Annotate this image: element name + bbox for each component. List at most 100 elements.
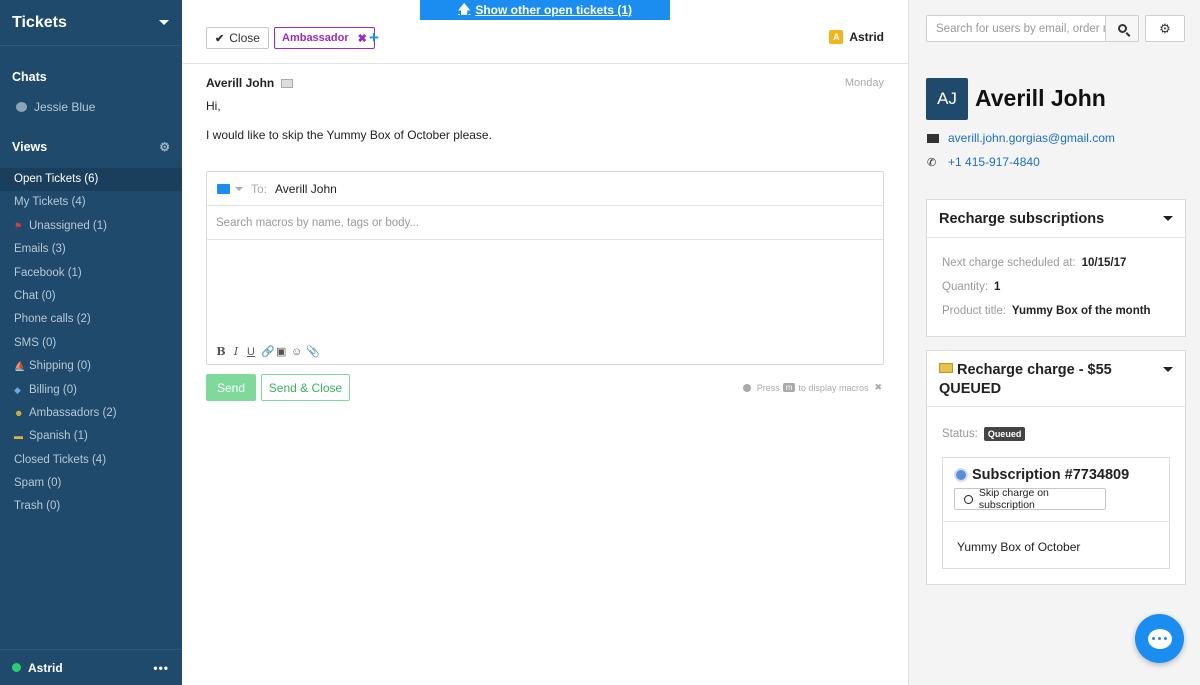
hint-rest: to display macros xyxy=(798,382,869,393)
view-item-label: Facebook (1) xyxy=(14,266,82,279)
chat-user-name: Jessie Blue xyxy=(34,100,96,114)
show-other-tickets-banner[interactable]: 🡅 Show other open tickets (1) xyxy=(420,0,670,20)
emoji-icon[interactable]: ☺ xyxy=(291,346,302,358)
email-channel-icon[interactable] xyxy=(217,183,230,194)
close-hint-icon[interactable]: ✖ xyxy=(874,382,882,393)
message-line: I would like to skip the Yummy Box of Oc… xyxy=(206,128,492,142)
view-item[interactable]: Closed Tickets (4) xyxy=(0,449,182,472)
customer-email[interactable]: averill.john.gorgias@gmail.com xyxy=(948,131,1115,145)
search-icon xyxy=(1117,24,1127,33)
customer-phone[interactable]: +1 415-917-4840 xyxy=(948,155,1040,169)
view-item[interactable]: Facebook (1) xyxy=(0,262,182,285)
view-item[interactable]: Trash (0) xyxy=(0,495,182,518)
sidebar-title: Tickets xyxy=(12,13,67,31)
macro-search-input[interactable]: Search macros by name, tags or body... xyxy=(207,206,883,240)
charge-title: Recharge charge - $55 QUEUED xyxy=(939,361,1112,399)
sidebar-header[interactable]: Tickets xyxy=(0,0,182,46)
search-button[interactable] xyxy=(1105,15,1139,42)
views-section-title: Views ⚙ xyxy=(0,139,182,155)
view-item[interactable]: Phone calls (2) xyxy=(0,308,182,331)
view-item[interactable]: SMS (0) xyxy=(0,332,182,355)
view-item-label: SMS (0) xyxy=(14,336,57,349)
view-item-label: My Tickets (4) xyxy=(14,196,86,209)
remove-tag-icon[interactable]: ✖ xyxy=(358,32,367,45)
views-label: Views xyxy=(12,140,48,154)
recipient-name[interactable]: Averill John xyxy=(275,182,337,196)
more-icon[interactable]: ••• xyxy=(153,661,169,675)
view-item[interactable]: ▬ Spanish (1) xyxy=(0,425,182,448)
message-header: Averill John Monday xyxy=(206,76,884,90)
send-and-close-button[interactable]: Send & Close xyxy=(261,374,350,401)
customer-email-row: averill.john.gorgias@gmail.com xyxy=(927,131,1115,145)
to-label: To: xyxy=(251,181,268,196)
send-button[interactable]: Send xyxy=(206,374,256,401)
chat-widget-button[interactable] xyxy=(1135,614,1184,663)
view-item-label: Unassigned (1) xyxy=(29,219,107,232)
chat-bubble-icon xyxy=(16,102,27,112)
view-item[interactable]: Emails (3) xyxy=(0,238,182,261)
italic-icon[interactable]: I xyxy=(231,345,241,358)
view-item-label: Spam (0) xyxy=(14,477,62,490)
view-item[interactable]: ⚑ Unassigned (1) xyxy=(0,215,182,238)
charge-title-line1: Recharge charge - $55 xyxy=(957,362,1112,378)
skip-charge-button[interactable]: Skip charge on subscription xyxy=(954,487,1106,511)
view-item[interactable]: Spam (0) xyxy=(0,472,182,495)
chevron-down-icon[interactable] xyxy=(235,186,243,191)
close-ticket-button[interactable]: ✔ Close xyxy=(206,27,269,49)
hint-press: Press xyxy=(756,382,780,393)
view-item-label: Billing (0) xyxy=(29,383,77,396)
gear-icon[interactable]: ⚙ xyxy=(159,140,170,154)
sidebar: Tickets Chats Jessie Blue Views ⚙ Open T… xyxy=(0,0,182,685)
check-icon: ✔ xyxy=(215,32,225,45)
attachment-icon[interactable]: 📎 xyxy=(306,345,320,358)
chevron-down-icon[interactable] xyxy=(159,20,169,25)
view-item-label: Chat (0) xyxy=(14,289,56,302)
image-icon[interactable]: ▣ xyxy=(276,345,286,358)
current-user-name: Astrid xyxy=(28,660,63,675)
ticket-toolbar: ✔ Close Ambassador ✖ + A Astrid xyxy=(182,27,908,49)
subscription-title: Subscription #7734809 xyxy=(972,467,1130,483)
charge-title-line2: QUEUED xyxy=(939,381,1002,397)
view-item[interactable]: Open Tickets (6) xyxy=(0,168,182,192)
view-item[interactable]: Chat (0) xyxy=(0,285,182,308)
assignee-avatar: A xyxy=(829,30,844,44)
ticket-icon xyxy=(939,363,953,373)
divider xyxy=(182,63,908,64)
status-badge: Queued xyxy=(983,427,1026,441)
chevron-down-icon[interactable] xyxy=(1163,367,1173,372)
view-item[interactable]: ◆ Billing (0) xyxy=(0,379,182,402)
view-item[interactable]: ⛵ Shipping (0) xyxy=(0,355,182,378)
view-item[interactable]: ☻ Ambassadors (2) xyxy=(0,402,182,425)
add-tag-button[interactable]: + xyxy=(369,28,379,48)
message-date: Monday xyxy=(844,77,884,89)
subscription-title-row: Subscription #7734809 xyxy=(943,458,1169,483)
next-charge-row: Next charge scheduled at: 10/15/17 xyxy=(942,257,1185,269)
message-line: Hi, xyxy=(206,99,221,113)
tag-ambassador[interactable]: Ambassador ✖ xyxy=(274,27,375,49)
underline-icon[interactable]: U xyxy=(246,346,256,358)
quantity-row: Quantity: 1 xyxy=(942,281,1185,293)
recharge-charge-card: Recharge charge - $55 QUEUED Status: Que… xyxy=(926,350,1186,585)
view-item-label: Shipping (0) xyxy=(29,360,92,373)
recharge-subscriptions-header[interactable]: Recharge subscriptions xyxy=(927,200,1185,238)
envelope-icon xyxy=(927,133,939,143)
recharge-charge-header[interactable]: Recharge charge - $55 QUEUED xyxy=(927,351,1185,407)
tag-label: Ambassador xyxy=(282,32,349,44)
product-title-label: Product title: xyxy=(942,305,1006,317)
subscription-details: Next charge scheduled at: 10/15/17 Quant… xyxy=(927,238,1185,317)
customer-name: Averill John xyxy=(975,85,1106,111)
view-item[interactable]: My Tickets (4) xyxy=(0,191,182,214)
current-user[interactable]: Astrid xyxy=(12,661,63,675)
settings-button[interactable]: ⚙ xyxy=(1145,15,1185,42)
chevron-down-icon[interactable] xyxy=(1163,216,1173,221)
status-label: Status: xyxy=(942,428,978,440)
assignee-selector[interactable]: A Astrid xyxy=(829,30,884,44)
flag-icon: ⚑ xyxy=(14,220,23,231)
chat-item[interactable]: Jessie Blue xyxy=(0,99,182,115)
bold-icon[interactable]: B xyxy=(216,345,226,358)
view-list: Open Tickets (6) My Tickets (4) ⚑ Unassigne… xyxy=(0,168,182,519)
quantity-label: Quantity: xyxy=(942,281,989,293)
subscription-box: Subscription #7734809 Skip charge on sub… xyxy=(942,457,1170,569)
link-icon[interactable]: 🔗 xyxy=(261,345,275,358)
user-search-input[interactable]: Search for users by email, order n xyxy=(926,15,1106,42)
